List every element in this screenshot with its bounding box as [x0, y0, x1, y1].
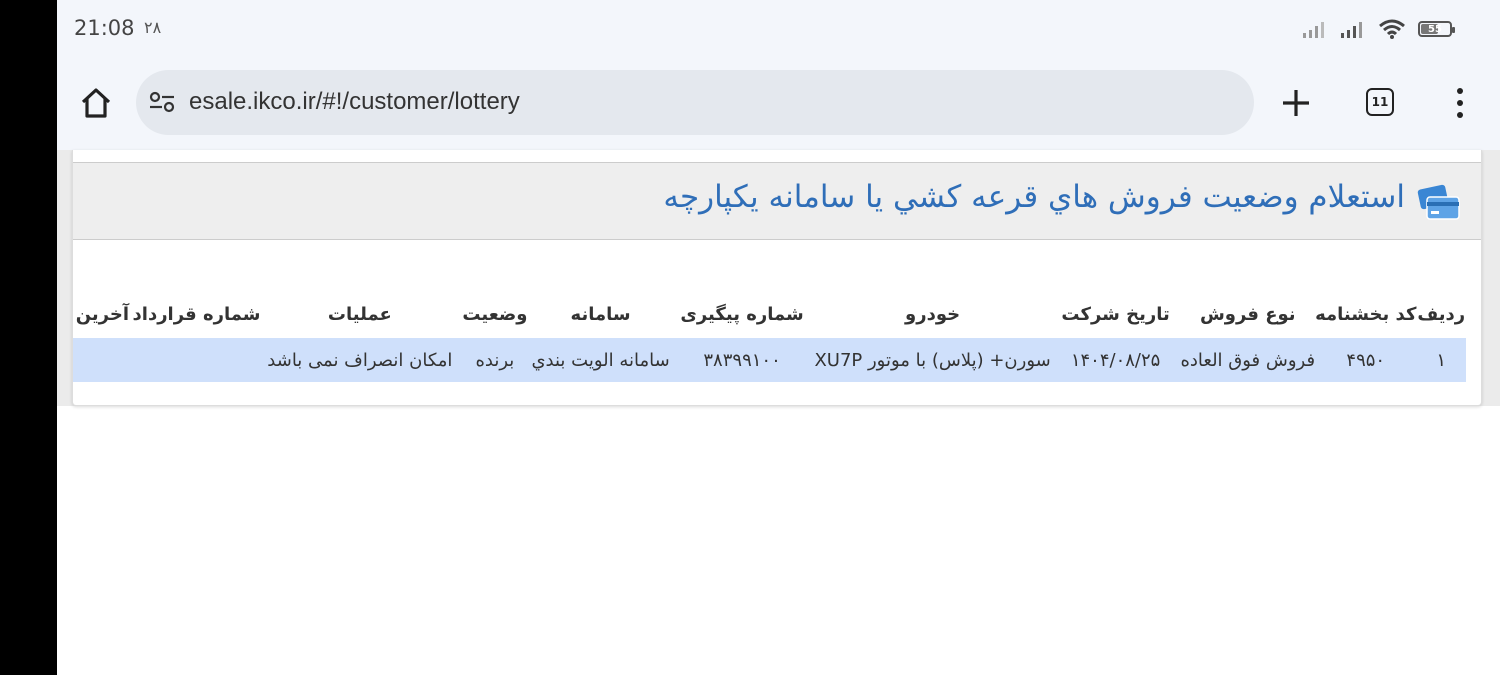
tab-count: 11 [1371, 95, 1389, 109]
panel-title: استعلام وضعيت فروش هاي قرعه کشي يا سامان… [663, 179, 1405, 215]
col-participation-date: تاريخ شرکت [1061, 303, 1170, 325]
more-menu-icon[interactable] [1452, 88, 1468, 118]
signal-icon [1341, 22, 1362, 38]
cell-system: سامانه الويت بندي [531, 338, 670, 382]
status-date: ۲۸ [144, 18, 162, 37]
url-text[interactable]: esale.ikco.ir/#!/customer/lottery [189, 88, 520, 116]
battery-level: 55 [1428, 23, 1442, 35]
col-system: سامانه [570, 303, 631, 325]
cell-sale-type: فروش فوق العاده [1180, 338, 1316, 382]
cell-tracking-number: ۳۸۳۹۹۱۰۰ [669, 338, 815, 382]
col-circular-code: کد بخشنامه [1315, 303, 1417, 325]
table-row[interactable]: ۱ ۴۹۵۰ فروش فوق العاده ۱۴۰۴/۰۸/۲۵ سورن+ … [73, 338, 1466, 382]
new-tab-icon[interactable] [1279, 86, 1313, 120]
cell-operations: امکان انصراف نمی باشد [261, 338, 459, 382]
results-table-wrapper: رديف کد بخشنامه نوع فروش تاريخ شرکت خودر… [73, 290, 1481, 390]
wifi-icon [1379, 19, 1405, 39]
signal-weak-icon [1303, 22, 1324, 38]
results-table: رديف کد بخشنامه نوع فروش تاريخ شرکت خودر… [73, 290, 1466, 382]
table-header-row: رديف کد بخشنامه نوع فروش تاريخ شرکت خودر… [73, 290, 1466, 338]
cell-status: برنده [458, 338, 532, 382]
panel-header: استعلام وضعيت فروش هاي قرعه کشي يا سامان… [73, 162, 1481, 240]
site-settings-icon[interactable] [148, 90, 176, 114]
lottery-status-panel: استعلام وضعيت فروش هاي قرعه کشي يا سامان… [72, 150, 1482, 406]
browser-chrome: 21:08 ۲۸ 55 esale.ikco.ir/#!/customer/lo… [57, 0, 1500, 150]
col-contract-number: شماره قرارداد [132, 303, 261, 325]
col-sale-type: نوع فروش [1199, 303, 1296, 325]
cell-last [73, 338, 132, 382]
cell-contract-number [131, 338, 262, 382]
cell-vehicle: سورن+ (پلاس) با موتور XU7P [814, 338, 1051, 382]
cell-row-number: ۱ [1416, 338, 1466, 382]
cell-circular-code: ۴۹۵۰ [1315, 338, 1417, 382]
col-last: آخرين [75, 303, 130, 325]
cell-participation-date: ۱۴۰۴/۰۸/۲۵ [1050, 338, 1181, 382]
credit-card-icon [1417, 184, 1460, 220]
tab-switcher-button[interactable]: 11 [1366, 88, 1394, 116]
col-operations: عمليات [327, 303, 392, 325]
col-status: وضعيت [462, 303, 528, 325]
home-icon [81, 88, 111, 118]
page-content: استعلام وضعيت فروش هاي قرعه کشي يا سامان… [57, 150, 1500, 675]
col-tracking-number: شماره پیگیری [680, 303, 804, 325]
left-black-edge [0, 0, 57, 675]
address-bar[interactable]: esale.ikco.ir/#!/customer/lottery [136, 70, 1254, 135]
col-row-number: رديف [1417, 303, 1466, 325]
battery-icon: 55 [1418, 21, 1455, 37]
col-vehicle: خودرو [905, 303, 961, 325]
status-time: 21:08 [74, 16, 135, 40]
status-icons: 55 [1302, 18, 1455, 40]
home-button[interactable] [77, 84, 115, 122]
